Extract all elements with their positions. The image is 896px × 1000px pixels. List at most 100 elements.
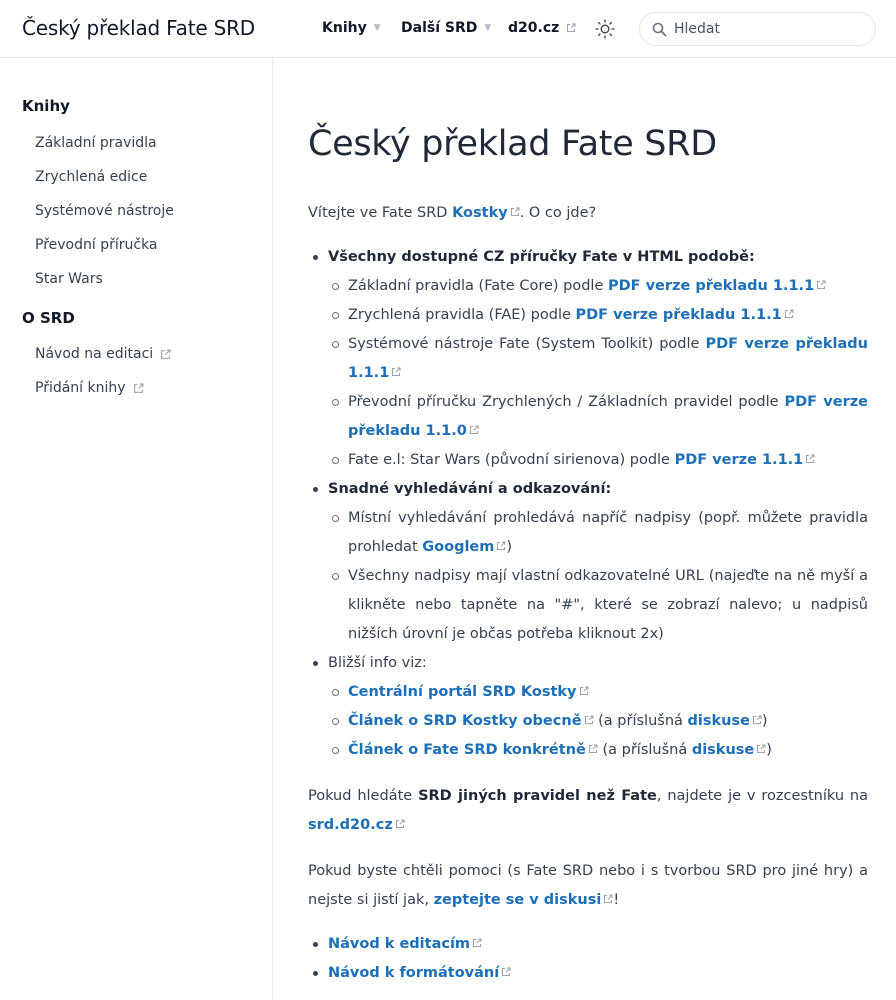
item-text-end: ) — [766, 742, 772, 758]
list-item: Všechny nadpisy mají vlastní odkazovatel… — [328, 562, 868, 649]
sun-icon[interactable] — [594, 18, 616, 40]
external-link-icon — [579, 686, 588, 695]
sublist: Centrální portál SRD Kostky Článek o SRD… — [328, 678, 868, 765]
external-link-icon — [806, 454, 815, 463]
paragraph-bold: SRD jiných pravidel než Fate — [418, 788, 657, 804]
sidebar-heading-knihy: Knihy — [22, 97, 70, 115]
list-heading: Všechny dostupné CZ příručky Fate v HTML… — [328, 249, 755, 265]
search-input[interactable] — [674, 21, 854, 37]
article-general-link[interactable]: Článek o SRD Kostky obecně — [348, 713, 582, 729]
editing-guide-link[interactable]: Návod k editacím — [328, 936, 470, 952]
external-link-icon — [567, 23, 576, 32]
chevron-down-icon: ▼ — [373, 23, 381, 33]
external-link-icon — [469, 425, 479, 434]
list-item: Návod k formátování — [308, 959, 868, 988]
pdf-link[interactable]: PDF verze překladu 1.1.1 — [608, 278, 814, 294]
list-item: Všechny dostupné CZ příručky Fate v HTML… — [308, 243, 868, 475]
external-link-icon — [784, 309, 794, 318]
pdf-link[interactable]: PDF verze překladu 1.1.1 — [576, 307, 782, 323]
sidebar-item-label: Přidání knihy — [35, 380, 126, 396]
external-link-icon — [473, 938, 482, 947]
site-title-link[interactable]: Český překlad Fate SRD — [22, 16, 255, 40]
nav-dalsi-srd-label: Další SRD — [401, 20, 478, 36]
google-link[interactable]: Googlem — [422, 539, 494, 555]
list-item: Bližší info viz: Centrální portál SRD Ko… — [308, 649, 868, 765]
nav-knihy-label: Knihy — [322, 20, 367, 36]
guide-links-list: Návod k editacím Návod k formátování — [308, 930, 868, 988]
sublist: Místní vyhledávání prohledává napříč nad… — [328, 504, 868, 649]
list-item: Článek o SRD Kostky obecně (a příslušná … — [328, 707, 868, 736]
sidebar-item-navod-na-editaci[interactable]: Návod na editaci — [35, 346, 171, 362]
item-text: Základní pravidla (Fate Core) podle — [348, 278, 608, 294]
sidebar-item-prevodni-prirucka[interactable]: Převodní příručka — [35, 237, 158, 253]
item-text: Zrychlená pravidla (FAE) podle — [348, 307, 576, 323]
item-text: Systémové nástroje Fate (System Toolkit)… — [348, 336, 706, 352]
list-item: Místní vyhledávání prohledává napříč nad… — [328, 504, 868, 562]
intro-text-end: . O co jde? — [519, 205, 597, 221]
external-link-icon — [817, 280, 826, 289]
sidebar-item-star-wars[interactable]: Star Wars — [35, 271, 103, 287]
paragraph-text: Pokud hledáte — [308, 788, 419, 804]
external-link-icon — [604, 894, 613, 903]
external-link-icon — [395, 819, 405, 828]
external-link-icon — [133, 383, 144, 393]
external-link-icon — [161, 349, 171, 359]
paragraph-text-end: ! — [613, 892, 620, 908]
pdf-link[interactable]: PDF verze 1.1.1 — [675, 452, 804, 468]
nav-d20-label: d20.cz — [508, 20, 560, 36]
item-text: Fate e.l: Star Wars (původní sirienova) … — [348, 452, 675, 468]
item-text: (a příslušná — [597, 742, 692, 758]
sidebar-item-systemove-nastroje[interactable]: Systémové nástroje — [35, 203, 174, 219]
external-link-icon — [757, 744, 766, 753]
search-box[interactable] — [639, 12, 876, 46]
nav-knihy-dropdown[interactable]: Knihy ▼ — [322, 20, 381, 36]
discussion-link[interactable]: diskuse — [692, 742, 754, 758]
help-paragraph: Pokud byste chtěli pomoci (s Fate SRD ne… — [308, 857, 868, 915]
chevron-down-icon: ▼ — [484, 23, 492, 33]
list-heading: Bližší info viz: — [328, 655, 427, 671]
list-heading: Snadné vyhledávání a odkazování: — [328, 481, 612, 497]
article-fate-link[interactable]: Článek o Fate SRD konkrétně — [348, 742, 586, 758]
sidebar: Knihy Základní pravidla Zrychlená edice … — [0, 58, 273, 1000]
sidebar-item-zakladni-pravidla[interactable]: Základní pravidla — [35, 135, 157, 151]
site-header: Český překlad Fate SRD Knihy ▼ Další SRD… — [0, 0, 896, 58]
item-text-end: ) — [761, 713, 768, 729]
item-text: (a příslušná — [593, 713, 688, 729]
external-link-icon — [497, 541, 506, 550]
feature-list: Všechny dostupné CZ příručky Fate v HTML… — [308, 243, 868, 765]
list-item: Převodní příručku Zrychlených / Základní… — [328, 388, 868, 446]
list-item: Návod k editacím — [308, 930, 868, 959]
ask-discussion-link[interactable]: zeptejte se v diskusi — [434, 892, 602, 908]
list-item: Fate e.l: Star Wars (původní sirienova) … — [328, 446, 868, 475]
nav-d20-link[interactable]: d20.cz — [508, 20, 576, 36]
portal-link[interactable]: Centrální portál SRD Kostky — [348, 684, 577, 700]
discussion-link[interactable]: diskuse — [688, 713, 750, 729]
sidebar-item-zrychlena-edice[interactable]: Zrychlená edice — [35, 169, 147, 185]
sublist: Základní pravidla (Fate Core) podle PDF … — [328, 272, 868, 475]
srd-d20-link[interactable]: srd.d20.cz — [308, 817, 393, 833]
kostky-link[interactable]: Kostky — [452, 205, 508, 221]
nav-dalsi-srd-dropdown[interactable]: Další SRD ▼ — [401, 20, 491, 36]
external-link-icon — [502, 967, 511, 976]
list-item: Zrychlená pravidla (FAE) podle PDF verze… — [328, 301, 868, 330]
item-text-end: ) — [506, 539, 513, 555]
other-srd-paragraph: Pokud hledáte SRD jiných pravidel než Fa… — [308, 782, 868, 840]
list-item: Článek o Fate SRD konkrétně (a příslušná… — [328, 736, 868, 765]
external-link-icon — [588, 744, 598, 753]
sidebar-item-pridani-knihy[interactable]: Přidání knihy — [35, 380, 144, 396]
intro-text: Vítejte ve Fate SRD — [308, 205, 453, 221]
item-text: Převodní příručku Zrychlených / Základní… — [348, 394, 785, 410]
sidebar-item-label: Návod na editaci — [35, 346, 154, 362]
sidebar-heading-o-srd: O SRD — [22, 309, 75, 327]
list-item: Systémové nástroje Fate (System Toolkit)… — [328, 330, 868, 388]
search-icon — [652, 22, 667, 36]
external-link-icon — [584, 715, 594, 724]
list-item: Snadné vyhledávání a odkazování: Místní … — [308, 475, 868, 649]
list-item: Základní pravidla (Fate Core) podle PDF … — [328, 272, 868, 301]
external-link-icon — [510, 207, 520, 216]
paragraph-text: , najdete je v rozcestníku na — [656, 788, 869, 804]
page-title: Český překlad Fate SRD — [308, 124, 717, 164]
external-link-icon — [752, 715, 762, 724]
formatting-guide-link[interactable]: Návod k formátování — [328, 965, 499, 981]
list-item: Centrální portál SRD Kostky — [328, 678, 868, 707]
